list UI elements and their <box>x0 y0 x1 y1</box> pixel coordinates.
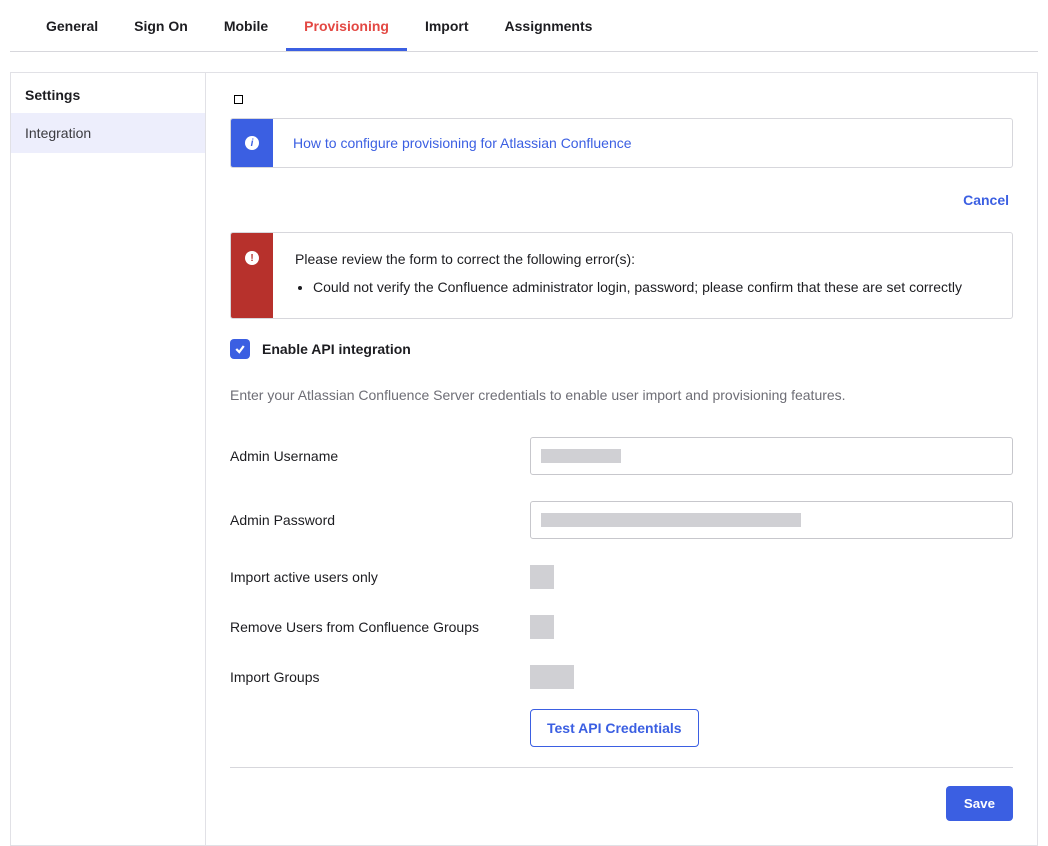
settings-sidebar: Settings Integration <box>11 73 206 845</box>
tab-sign-on[interactable]: Sign On <box>116 0 206 51</box>
info-banner-link[interactable]: How to configure provisioning for Atlass… <box>293 135 632 151</box>
checkbox-import-groups[interactable] <box>530 665 574 689</box>
input-admin-username[interactable] <box>530 437 1013 475</box>
error-banner-stripe: ! <box>231 233 273 318</box>
redacted-value <box>541 513 801 527</box>
error-banner: ! Please review the form to correct the … <box>230 232 1013 319</box>
footer-actions: Save <box>230 786 1013 821</box>
row-import-active-only: Import active users only <box>230 565 1013 589</box>
helper-text: Enter your Atlassian Confluence Server c… <box>230 387 1013 403</box>
check-icon <box>234 343 246 355</box>
enable-api-checkbox[interactable] <box>230 339 250 359</box>
label-admin-password: Admin Password <box>230 512 530 528</box>
input-admin-password[interactable] <box>530 501 1013 539</box>
label-import-active-only: Import active users only <box>230 569 530 585</box>
info-banner-body: How to configure provisioning for Atlass… <box>273 119 1012 167</box>
tab-mobile[interactable]: Mobile <box>206 0 286 51</box>
info-banner-stripe: i <box>231 119 273 167</box>
error-banner-body: Please review the form to correct the fo… <box>273 233 1012 318</box>
test-api-credentials-button[interactable]: Test API Credentials <box>530 709 699 747</box>
error-banner-title: Please review the form to correct the fo… <box>295 251 990 267</box>
row-admin-username: Admin Username <box>230 437 1013 475</box>
info-banner: i How to configure provisioning for Atla… <box>230 118 1013 168</box>
content-layout: Settings Integration i How to configure … <box>10 72 1038 846</box>
row-import-groups: Import Groups <box>230 665 1013 689</box>
label-remove-users-groups: Remove Users from Confluence Groups <box>230 619 530 635</box>
tab-assignments[interactable]: Assignments <box>487 0 611 51</box>
row-remove-users-groups: Remove Users from Confluence Groups <box>230 615 1013 639</box>
enable-api-row: Enable API integration <box>230 339 1013 359</box>
tab-general[interactable]: General <box>28 0 116 51</box>
info-icon: i <box>245 136 259 150</box>
redacted-value <box>541 449 621 463</box>
label-import-groups: Import Groups <box>230 669 530 685</box>
sidebar-item-integration[interactable]: Integration <box>11 113 205 153</box>
tab-provisioning[interactable]: Provisioning <box>286 0 407 51</box>
checkbox-remove-users-groups[interactable] <box>530 615 554 639</box>
main-panel: i How to configure provisioning for Atla… <box>206 73 1037 845</box>
cancel-button[interactable]: Cancel <box>959 186 1013 214</box>
tab-import[interactable]: Import <box>407 0 487 51</box>
label-admin-username: Admin Username <box>230 448 530 464</box>
checkbox-import-active-only[interactable] <box>530 565 554 589</box>
enable-api-label: Enable API integration <box>262 341 411 357</box>
cancel-row: Cancel <box>230 186 1013 214</box>
top-tabs: General Sign On Mobile Provisioning Impo… <box>10 0 1038 52</box>
separator <box>230 767 1013 768</box>
placeholder-icon <box>234 95 243 104</box>
test-credentials-row: Test API Credentials <box>530 709 1013 747</box>
row-admin-password: Admin Password <box>230 501 1013 539</box>
error-icon: ! <box>245 251 259 265</box>
error-list: Could not verify the Confluence administ… <box>313 277 990 298</box>
sidebar-heading: Settings <box>11 73 205 113</box>
save-button[interactable]: Save <box>946 786 1013 821</box>
error-item: Could not verify the Confluence administ… <box>313 277 990 298</box>
